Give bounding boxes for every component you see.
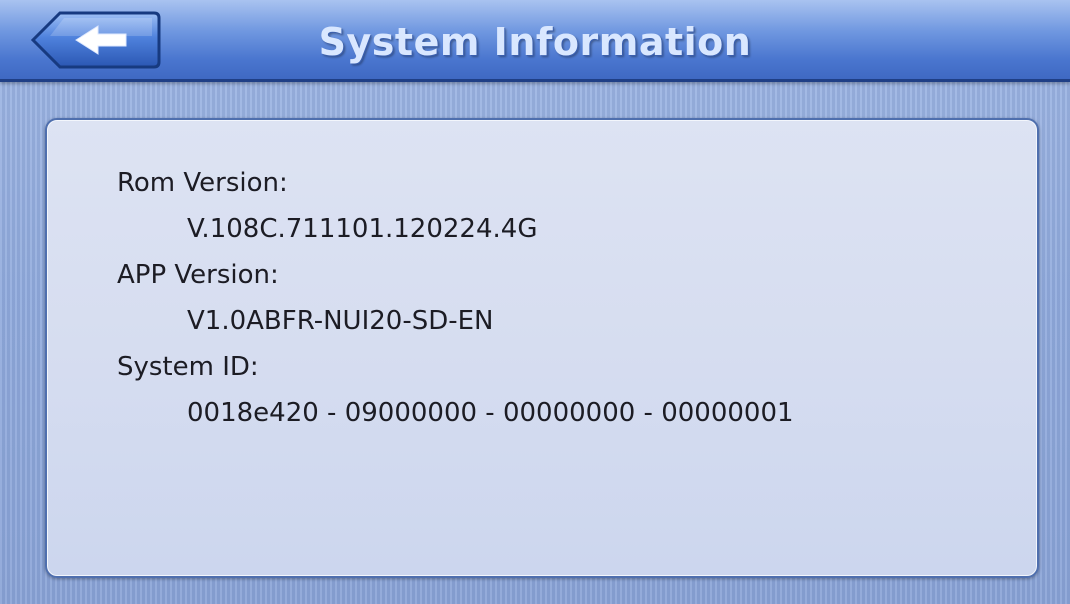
rom-version-value: V.108C.711101.120224.4G: [187, 214, 538, 244]
system-id-label: System ID:: [117, 352, 259, 382]
system-id-value: 0018e420 - 09000000 - 00000000 - 0000000…: [187, 398, 794, 428]
system-info-panel: Rom Version: V.108C.711101.120224.4G APP…: [45, 118, 1039, 578]
app-version-label: APP Version:: [117, 260, 279, 290]
app-version-value: V1.0ABFR-NUI20-SD-EN: [187, 306, 494, 336]
page-title: System Information: [318, 20, 752, 64]
title-bar: System Information: [0, 0, 1070, 82]
rom-version-label: Rom Version:: [117, 168, 288, 198]
info-list: Rom Version: V.108C.711101.120224.4G APP…: [117, 160, 997, 436]
back-button[interactable]: [30, 10, 162, 70]
system-information-screen: System Information Rom Version: V.108C.7…: [0, 0, 1070, 604]
back-arrow-icon: [30, 11, 161, 69]
